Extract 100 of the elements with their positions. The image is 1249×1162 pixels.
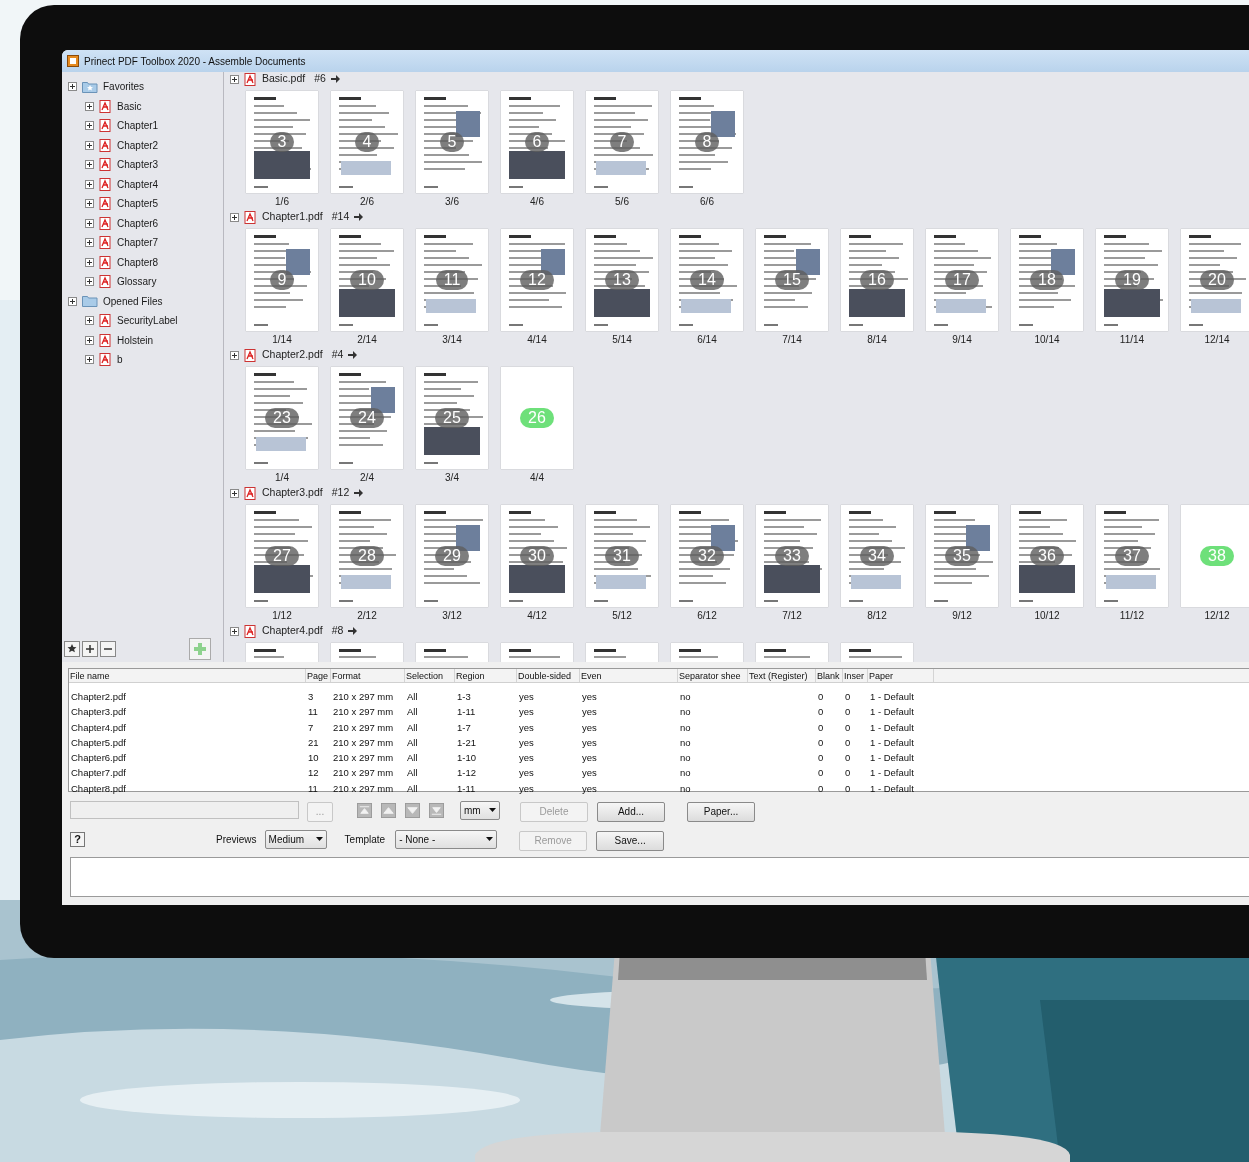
tree-item[interactable]: Favorites xyxy=(103,79,145,95)
tree-item[interactable]: Chapter1 xyxy=(117,118,159,134)
tree-item[interactable]: Basic xyxy=(117,98,142,114)
help-button[interactable]: ? xyxy=(70,831,85,847)
page-thumbnail[interactable]: 27 xyxy=(246,505,318,607)
page-thumbnail[interactable]: 36 xyxy=(1011,505,1083,607)
column-header[interactable]: Double-sided xyxy=(517,669,580,682)
expand-icon[interactable] xyxy=(85,199,94,209)
page-thumbnail[interactable]: 23 xyxy=(246,367,318,469)
expand-icon[interactable] xyxy=(68,82,77,92)
column-header[interactable]: Separator shee xyxy=(678,669,748,682)
expand-icon[interactable] xyxy=(85,355,94,365)
column-header[interactable]: Blank xyxy=(816,669,843,682)
page-thumbnail[interactable]: 37 xyxy=(1096,505,1168,607)
page-thumbnail[interactable]: 35 xyxy=(926,505,998,607)
tree-item[interactable]: Chapter7 xyxy=(117,235,159,251)
page-thumbnail[interactable]: 19 xyxy=(1096,229,1168,331)
column-header[interactable]: Format xyxy=(331,669,405,682)
notes-area[interactable] xyxy=(70,857,1249,897)
expand-icon[interactable] xyxy=(230,488,239,498)
page-thumbnail[interactable]: 15 xyxy=(756,229,828,331)
template-select[interactable]: - None - xyxy=(395,829,498,849)
minus-icon[interactable] xyxy=(100,641,116,657)
table-cell: no xyxy=(680,767,691,779)
page-thumbnail[interactable]: 7 xyxy=(586,91,658,193)
tree-item[interactable]: Chapter8 xyxy=(117,254,159,270)
expand-icon[interactable] xyxy=(85,121,94,131)
expand-icon[interactable] xyxy=(85,316,94,326)
arrow-right-icon[interactable] xyxy=(354,213,364,221)
expand-icon[interactable] xyxy=(85,179,94,189)
column-header[interactable]: Page xyxy=(306,669,331,682)
page-thumbnail[interactable]: 4 xyxy=(331,91,403,193)
tree-item[interactable]: SecurityLabel xyxy=(117,313,178,329)
expand-icon[interactable] xyxy=(85,218,94,228)
arrow-right-icon[interactable] xyxy=(348,627,358,635)
tree-item[interactable]: Chapter3 xyxy=(117,157,159,173)
arrow-right-icon[interactable] xyxy=(348,351,358,359)
tree-item[interactable]: Chapter4 xyxy=(117,176,159,192)
path-field[interactable] xyxy=(70,801,299,819)
page-number-badge: 34 xyxy=(860,546,894,566)
page-thumbnail[interactable]: 25 xyxy=(416,367,488,469)
column-header[interactable]: Text (Register) xyxy=(748,669,816,682)
page-thumbnail[interactable]: 11 xyxy=(416,229,488,331)
page-number-badge: 24 xyxy=(350,408,384,428)
table-cell: 3 xyxy=(308,691,314,702)
column-header[interactable]: Inser xyxy=(843,669,868,682)
expand-icon[interactable] xyxy=(68,296,77,306)
expand-icon[interactable] xyxy=(85,277,94,287)
page-thumbnail[interactable]: 10 xyxy=(331,229,403,331)
expand-icon[interactable] xyxy=(230,350,239,360)
column-header[interactable]: Selection xyxy=(405,669,455,682)
page-thumbnail[interactable]: 5 xyxy=(416,91,488,193)
page-thumbnail[interactable]: 29 xyxy=(416,505,488,607)
page-thumbnail[interactable]: 28 xyxy=(331,505,403,607)
column-header[interactable]: File name xyxy=(69,669,306,682)
column-header[interactable]: Paper xyxy=(868,669,934,682)
page-thumbnail[interactable]: 33 xyxy=(756,505,828,607)
expand-icon[interactable] xyxy=(230,74,239,84)
previews-select[interactable]: Medium xyxy=(264,829,327,849)
page-thumbnail[interactable]: 24 xyxy=(331,367,403,469)
page-thumbnail[interactable]: 9 xyxy=(246,229,318,331)
add-button[interactable]: Add... xyxy=(597,801,665,822)
page-thumbnail[interactable]: 13 xyxy=(586,229,658,331)
page-thumbnail[interactable]: 31 xyxy=(586,505,658,607)
expand-icon[interactable] xyxy=(230,626,239,636)
expand-icon[interactable] xyxy=(85,335,94,345)
save-button[interactable]: Save... xyxy=(596,830,665,851)
expand-icon[interactable] xyxy=(230,212,239,222)
tree-item[interactable]: Chapter2 xyxy=(117,137,159,153)
page-thumbnail[interactable]: 34 xyxy=(841,505,913,607)
tree-item[interactable]: Chapter6 xyxy=(117,215,159,231)
column-header[interactable]: Even xyxy=(580,669,678,682)
tree-item[interactable]: Holstein xyxy=(117,332,154,348)
tree-item[interactable]: b xyxy=(117,352,123,368)
page-thumbnail[interactable]: 30 xyxy=(501,505,573,607)
arrow-right-icon[interactable] xyxy=(330,75,340,83)
expand-icon[interactable] xyxy=(85,160,94,170)
expand-icon[interactable] xyxy=(85,238,94,248)
tree-item[interactable]: Opened Files xyxy=(103,293,163,309)
plus-icon[interactable] xyxy=(82,641,98,657)
arrow-right-icon[interactable] xyxy=(354,489,364,497)
expand-icon[interactable] xyxy=(85,257,94,267)
page-thumbnail[interactable]: 20 xyxy=(1181,229,1249,331)
page-thumbnail[interactable]: 6 xyxy=(501,91,573,193)
tree-item[interactable]: Glossary xyxy=(117,274,157,290)
paper-button[interactable]: Paper... xyxy=(687,801,755,822)
unit-select[interactable]: mm xyxy=(460,800,500,820)
page-thumbnail[interactable]: 17 xyxy=(926,229,998,331)
page-thumbnail[interactable]: 3 xyxy=(246,91,318,193)
pdf-file-icon xyxy=(244,210,257,224)
page-thumbnail[interactable]: 32 xyxy=(671,505,743,607)
column-header[interactable]: Region xyxy=(455,669,517,682)
page-thumbnail[interactable]: 12 xyxy=(501,229,573,331)
page-thumbnail[interactable]: 16 xyxy=(841,229,913,331)
page-thumbnail[interactable]: 8 xyxy=(671,91,743,193)
expand-icon[interactable] xyxy=(85,101,94,111)
page-thumbnail[interactable]: 18 xyxy=(1011,229,1083,331)
tree-item[interactable]: Chapter5 xyxy=(117,196,159,212)
expand-icon[interactable] xyxy=(85,140,94,150)
page-thumbnail[interactable]: 14 xyxy=(671,229,743,331)
